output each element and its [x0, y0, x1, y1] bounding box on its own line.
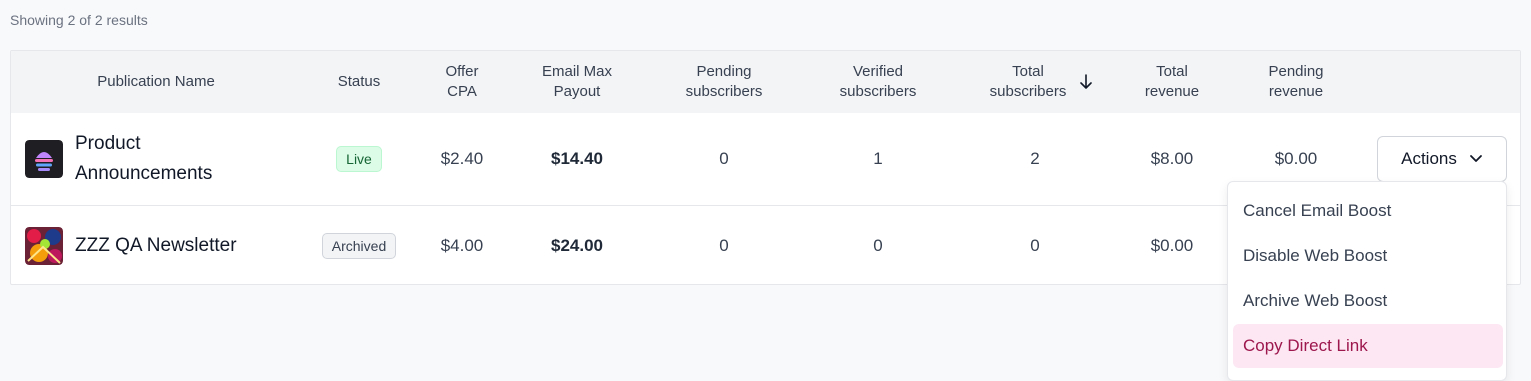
actions-button-label: Actions: [1401, 149, 1457, 168]
total-revenue-value: $8.00: [1150, 149, 1194, 168]
menu-item-copy-direct-link[interactable]: Copy Direct Link: [1233, 324, 1503, 368]
column-header-status[interactable]: Status: [309, 51, 409, 113]
column-header-email-max-payout[interactable]: Email Max Payout: [522, 51, 632, 113]
total-subscribers-value: 2: [1030, 149, 1040, 168]
email-max-payout-value: $14.40: [551, 149, 603, 168]
sort-descending-icon[interactable]: [1080, 74, 1093, 90]
status-cell: Archived: [309, 206, 409, 284]
chevron-down-icon: [1469, 154, 1483, 164]
offer-cpa-value: $4.00: [440, 236, 484, 255]
email-max-payout-value: $24.00: [551, 236, 603, 255]
status-badge: Live: [336, 146, 382, 172]
publication-name[interactable]: Product Announcements: [75, 129, 255, 189]
actions-dropdown-menu: Cancel Email Boost Disable Web Boost Arc…: [1227, 181, 1507, 381]
actions-button[interactable]: Actions: [1377, 136, 1507, 182]
column-header-total-revenue[interactable]: Total revenue: [1122, 51, 1222, 113]
verified-subscribers-value: 0: [873, 236, 883, 255]
column-header-publication-name[interactable]: Publication Name: [71, 51, 241, 113]
total-revenue-value: $0.00: [1150, 236, 1194, 255]
menu-item-archive-web-boost[interactable]: Archive Web Boost: [1233, 279, 1503, 323]
publication-cell[interactable]: Product Announcements: [25, 113, 255, 205]
total-subscribers-value: 0: [1030, 236, 1040, 255]
verified-subscribers-value: 1: [873, 149, 883, 168]
column-header-offer-cpa[interactable]: Offer CPA: [422, 51, 502, 113]
column-header-verified-subscribers[interactable]: Verified subscribers: [818, 51, 938, 113]
publication-cell[interactable]: ZZZ QA Newsletter: [25, 206, 255, 284]
status-cell: Live: [309, 113, 409, 205]
table-header: Publication Name Status Offer CPA Email …: [11, 51, 1520, 113]
column-header-pending-revenue[interactable]: Pending revenue: [1246, 51, 1346, 113]
publication-name[interactable]: ZZZ QA Newsletter: [75, 231, 255, 261]
results-count: Showing 2 of 2 results: [10, 12, 148, 28]
pending-subscribers-value: 0: [719, 236, 729, 255]
publication-logo: [25, 227, 63, 265]
publication-logo: [25, 140, 63, 178]
menu-item-disable-web-boost[interactable]: Disable Web Boost: [1233, 234, 1503, 278]
menu-item-cancel-email-boost[interactable]: Cancel Email Boost: [1233, 189, 1503, 233]
status-badge: Archived: [321, 233, 397, 259]
column-header-total-subscribers[interactable]: Total subscribers: [971, 51, 1111, 113]
column-header-pending-subscribers[interactable]: Pending subscribers: [664, 51, 784, 113]
offer-cpa-value: $2.40: [440, 149, 484, 168]
pending-subscribers-value: 0: [719, 149, 729, 168]
